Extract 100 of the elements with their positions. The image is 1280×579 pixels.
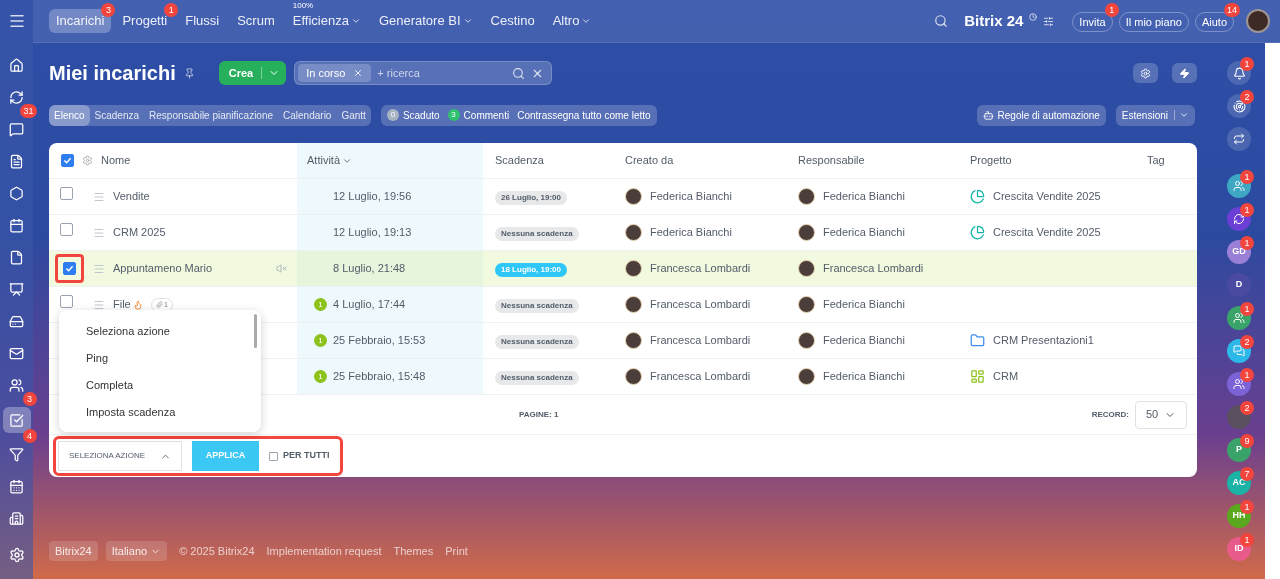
record-select[interactable]: 50 <box>1135 400 1187 429</box>
responsible-name[interactable]: Francesca Lombardi <box>823 260 924 277</box>
count-badge: 2 <box>1240 90 1254 104</box>
row-checkbox[interactable] <box>60 223 73 237</box>
column-header[interactable]: Nome <box>101 152 131 169</box>
nav-tab[interactable]: Cestino <box>483 9 542 33</box>
responsible-name[interactable]: Federica Bianchi <box>823 368 905 385</box>
count-badge: 2 <box>1240 335 1254 349</box>
nav-tab[interactable]: Generatore BI <box>371 9 480 33</box>
building-icon <box>9 511 24 526</box>
avatar <box>625 368 642 385</box>
task-name[interactable]: File <box>113 296 131 313</box>
search-icon[interactable] <box>934 14 949 28</box>
for-all-label[interactable]: PER TUTTI <box>283 449 330 463</box>
column-header[interactable]: Scadenza <box>495 152 544 169</box>
drag-handle-icon[interactable] <box>93 262 105 275</box>
responsible-name[interactable]: Federica Bianchi <box>823 224 905 241</box>
lightning-button[interactable] <box>1172 63 1197 83</box>
count-badge: 3 <box>22 392 37 406</box>
creator-name[interactable]: Federica Bianchi <box>650 224 732 241</box>
settings-button[interactable] <box>1133 63 1158 83</box>
sliders-icon[interactable] <box>1043 15 1055 27</box>
drag-handle-icon[interactable] <box>93 190 105 203</box>
scrollbar[interactable] <box>1265 43 1280 579</box>
responsible-name[interactable]: Federica Bianchi <box>823 296 905 313</box>
nav-button[interactable] <box>2 407 31 433</box>
nav-tab[interactable]: Scrum <box>230 9 282 33</box>
project-name[interactable]: CRM Presentazioni1 <box>993 332 1094 349</box>
column-header[interactable]: Creato da <box>625 152 674 169</box>
row-checkbox[interactable] <box>60 295 73 309</box>
menu-item[interactable]: Seleziona azione <box>86 324 261 338</box>
project-name[interactable]: Crescita Vendite 2025 <box>993 224 1101 241</box>
menu-item[interactable]: Completa <box>86 378 261 392</box>
page-title: Miei incarichi <box>49 61 176 86</box>
column-header[interactable]: Tag <box>1147 152 1165 169</box>
deadline-pill[interactable]: Nessuna scadenza <box>495 371 579 385</box>
table-row[interactable]: Appuntameno Mario 8 Luglio, 21:48 18 Luglio, 19:00 Francesca Lombardi Francesca Lombardi <box>49 251 1197 287</box>
creator-name[interactable]: Francesca Lombardi <box>650 368 751 385</box>
drag-handle-icon[interactable] <box>93 226 105 239</box>
creator-name[interactable]: Federica Bianchi <box>650 188 732 205</box>
column-header[interactable]: Attività <box>307 152 352 169</box>
creator-name[interactable]: Francesca Lombardi <box>650 296 751 313</box>
project-name[interactable]: Crescita Vendite 2025 <box>993 188 1101 205</box>
search-icon[interactable] <box>512 66 526 80</box>
task-name[interactable]: CRM 2025 <box>113 224 166 241</box>
caret-icon <box>1179 110 1189 120</box>
menu-icon[interactable] <box>7 12 26 30</box>
counter-label[interactable]: Scaduto <box>402 107 440 123</box>
activity-date: 12 Luglio, 19:56 <box>333 189 412 205</box>
view-tab[interactable]: Scadenza <box>89 104 145 126</box>
table-row[interactable]: Vendite 12 Luglio, 19:56 26 Luglio, 19:00 Federica Bianchi Federica Bianchi Crescita Vendite 2025 <box>49 179 1197 215</box>
extensions-button[interactable]: Estensioni <box>1115 104 1195 126</box>
search-input[interactable]: + ricerca <box>377 64 507 82</box>
column-header[interactable]: Progetto <box>970 152 1012 169</box>
deadline-pill[interactable]: Nessuna scadenza <box>495 299 579 313</box>
counter-label[interactable]: Commenti <box>463 107 510 123</box>
responsible-name[interactable]: Federica Bianchi <box>823 332 905 349</box>
nav-tab[interactable]: Altro <box>545 9 599 33</box>
chat-icon <box>1233 345 1245 357</box>
for-all-checkbox[interactable] <box>269 451 278 461</box>
close-icon[interactable] <box>353 68 364 78</box>
activity-date: 25 Febbraio, 15:53 <box>333 333 426 349</box>
loop-icon <box>9 90 24 105</box>
switch-button[interactable] <box>1227 127 1251 151</box>
deadline-pill[interactable]: 26 Luglio, 19:00 <box>495 191 568 205</box>
mark-all-read-link[interactable]: Contrassegna tutto come letto <box>517 107 651 123</box>
nav-tab[interactable]: Flussi <box>178 9 227 33</box>
view-tab[interactable]: Gantt <box>336 104 371 126</box>
funnel-icon <box>9 447 24 462</box>
loop-icon <box>1233 213 1245 225</box>
user-avatar[interactable] <box>1246 9 1270 33</box>
task-name[interactable]: Appuntameno Mario <box>113 260 213 277</box>
project-name[interactable]: CRM <box>993 368 1019 385</box>
presentation-icon <box>9 282 24 297</box>
responsible-name[interactable]: Federica Bianchi <box>823 188 905 205</box>
activity-date: 12 Luglio, 19:13 <box>333 225 412 241</box>
row-checkbox[interactable] <box>60 187 73 201</box>
deadline-pill[interactable]: Nessuna scadenza <box>495 227 579 241</box>
row-checkbox[interactable] <box>63 261 76 275</box>
scrollbar[interactable] <box>254 314 257 348</box>
bell-icon <box>1232 66 1246 80</box>
nav-tab[interactable]: Efficienza <box>285 9 368 33</box>
task-name[interactable]: Vendite <box>113 188 150 205</box>
select-all-checkbox[interactable] <box>61 154 74 167</box>
automation-rules-button[interactable]: Regole di automazione <box>976 104 1106 126</box>
creator-name[interactable]: Francesca Lombardi <box>650 260 751 277</box>
drag-handle-icon[interactable] <box>93 298 105 311</box>
count-badge: 1 <box>1240 302 1254 316</box>
view-tab[interactable]: Responsabile pianificazione <box>144 104 279 126</box>
creator-name[interactable]: Francesca Lombardi <box>650 332 751 349</box>
action-select[interactable]: SELEZIONA AZIONE <box>58 441 182 471</box>
deadline-pill[interactable]: Nessuna scadenza <box>495 335 579 349</box>
menu-item[interactable]: Imposta scadenza <box>86 405 261 419</box>
activity-count: 1 <box>314 334 327 347</box>
users-icon <box>1233 180 1245 192</box>
activity-count: 1 <box>314 370 327 383</box>
view-tab[interactable]: Calendario <box>278 104 337 126</box>
pin-icon[interactable] <box>183 67 195 79</box>
column-header[interactable]: Responsabile <box>798 152 865 169</box>
contact-avatar[interactable]: D <box>1227 273 1251 297</box>
